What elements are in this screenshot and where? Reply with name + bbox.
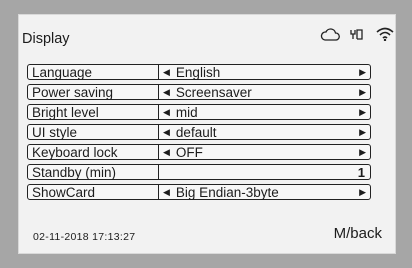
arrow-right-icon[interactable]: ▶ — [359, 107, 366, 118]
back-hint[interactable]: M/back — [334, 225, 382, 242]
usb-icon — [349, 28, 367, 41]
value-text: OFF — [175, 144, 203, 160]
menu-row-standby[interactable]: Standby (min) 1 — [27, 164, 371, 180]
menu-value[interactable]: ◀ default ▶ — [159, 124, 370, 140]
value-text: mid — [175, 104, 198, 120]
menu-label: Bright level — [28, 105, 159, 120]
arrow-left-icon[interactable]: ◀ — [163, 127, 170, 138]
menu-row-language[interactable]: Language ◀ English ▶ — [27, 64, 371, 80]
arrow-left-icon[interactable]: ◀ — [163, 87, 170, 98]
menu-label: Standby (min) — [28, 165, 159, 180]
menu-row-keyboard-lock[interactable]: Keyboard lock ◀ OFF ▶ — [27, 144, 371, 160]
menu-value[interactable]: ◀ Screensaver ▶ — [159, 84, 370, 100]
value-text: Screensaver — [175, 84, 252, 100]
menu-row-ui-style[interactable]: UI style ◀ default ▶ — [27, 124, 371, 140]
arrow-right-icon[interactable]: ▶ — [359, 127, 366, 138]
value-text: Big Endian-3byte — [175, 184, 279, 200]
menu-row-power-saving[interactable]: Power saving ◀ Screensaver ▶ — [27, 84, 371, 100]
menu-row-showcard[interactable]: ShowCard ◀ Big Endian-3byte ▶ — [27, 184, 371, 200]
menu-label: Power saving — [28, 85, 159, 100]
value-text: default — [175, 124, 217, 140]
menu-value[interactable]: ◀ Big Endian-3byte ▶ — [159, 184, 370, 200]
menu-value[interactable]: ◀ OFF ▶ — [159, 144, 370, 160]
menu-label: Language — [28, 65, 159, 80]
arrow-right-icon[interactable]: ▶ — [359, 147, 366, 158]
arrow-left-icon[interactable]: ◀ — [163, 107, 170, 118]
arrow-left-icon[interactable]: ◀ — [163, 147, 170, 158]
menu-label: UI style — [28, 125, 159, 140]
menu-value[interactable]: ◀ English ▶ — [159, 64, 370, 80]
cloud-icon — [320, 27, 340, 41]
page-title: Display — [22, 31, 70, 47]
datetime-readout: 02-11-2018 17:13:27 — [33, 231, 136, 243]
arrow-right-icon[interactable]: ▶ — [359, 67, 366, 78]
arrow-right-icon[interactable]: ▶ — [359, 187, 366, 198]
menu-value[interactable]: 1 — [159, 165, 370, 180]
settings-menu: Language ◀ English ▶ Power saving ◀ Scre… — [27, 64, 371, 204]
arrow-right-icon[interactable]: ▶ — [359, 87, 366, 98]
wifi-icon — [376, 27, 394, 41]
menu-value[interactable]: ◀ mid ▶ — [159, 104, 370, 120]
status-icons — [320, 27, 394, 41]
arrow-left-icon[interactable]: ◀ — [163, 187, 170, 198]
menu-label: Keyboard lock — [28, 145, 159, 160]
value-text: English — [175, 64, 221, 80]
menu-label: ShowCard — [28, 185, 159, 200]
value-number[interactable]: 1 — [358, 165, 365, 180]
arrow-left-icon[interactable]: ◀ — [163, 67, 170, 78]
menu-row-bright-level[interactable]: Bright level ◀ mid ▶ — [27, 104, 371, 120]
